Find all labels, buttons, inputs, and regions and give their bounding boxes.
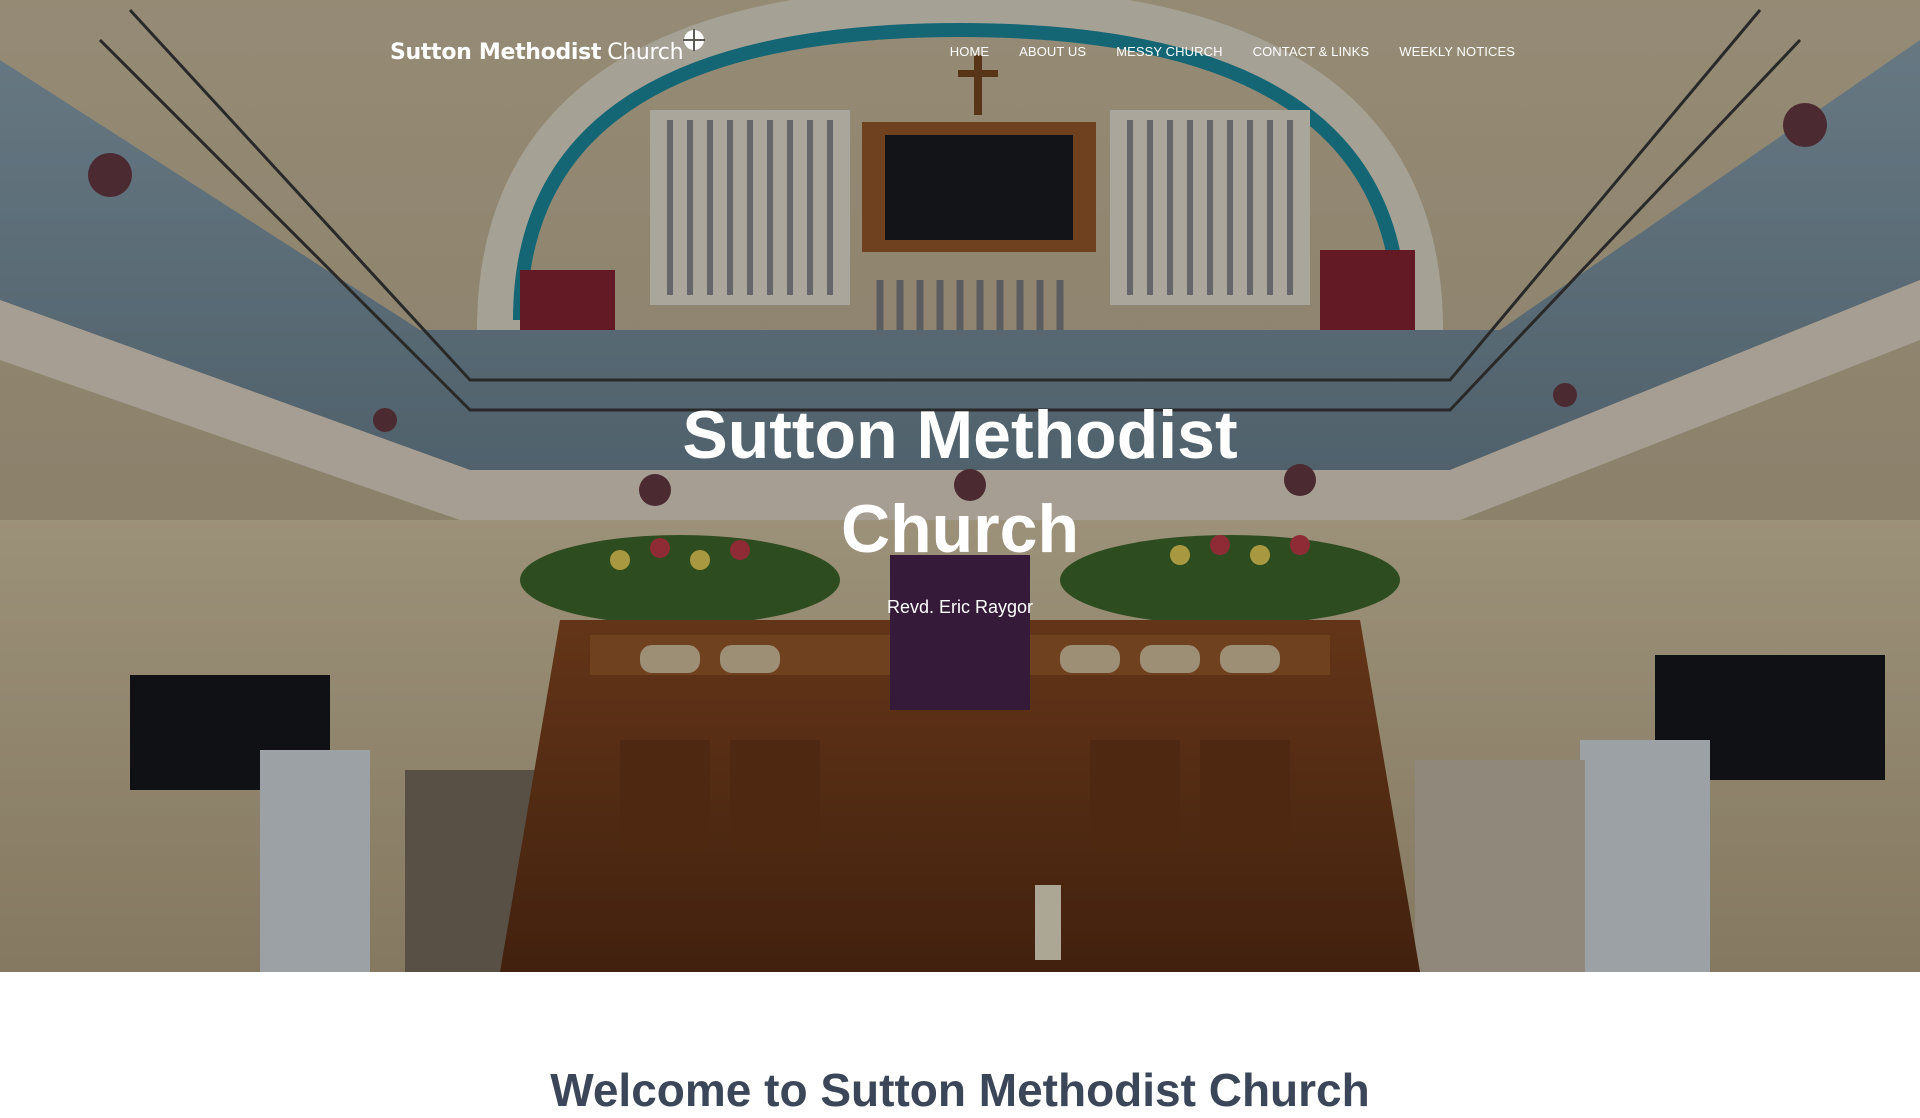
welcome-heading: Welcome to Sutton Methodist Church — [550, 1064, 1370, 1116]
nav-weekly-notices[interactable]: WEEKLY NOTICES — [1399, 44, 1515, 59]
nav-about-us[interactable]: ABOUT US — [1019, 44, 1086, 59]
main-navigation: HOME ABOUT US MESSY CHURCH CONTACT & LIN… — [920, 44, 1515, 59]
logo-text-light: Church — [607, 40, 684, 65]
site-logo-link[interactable]: Sutton Methodist Church — [390, 28, 706, 65]
methodist-orb-cross-icon — [683, 29, 706, 51]
site-header: Sutton Methodist Church HOME ABOUT US ME… — [0, 0, 1920, 100]
nav-home[interactable]: HOME — [950, 44, 989, 59]
nav-messy-church[interactable]: MESSY CHURCH — [1116, 44, 1222, 59]
nav-contact-links[interactable]: CONTACT & LINKS — [1253, 44, 1370, 59]
hero-title: Sutton Methodist Church — [682, 397, 1238, 567]
hero-subtitle: Revd. Eric Raygor — [886, 597, 1034, 617]
logo-text-bold: Sutton Methodist — [390, 40, 602, 65]
hero-banner: Sutton Methodist Church HOME ABOUT US ME… — [0, 0, 1920, 972]
